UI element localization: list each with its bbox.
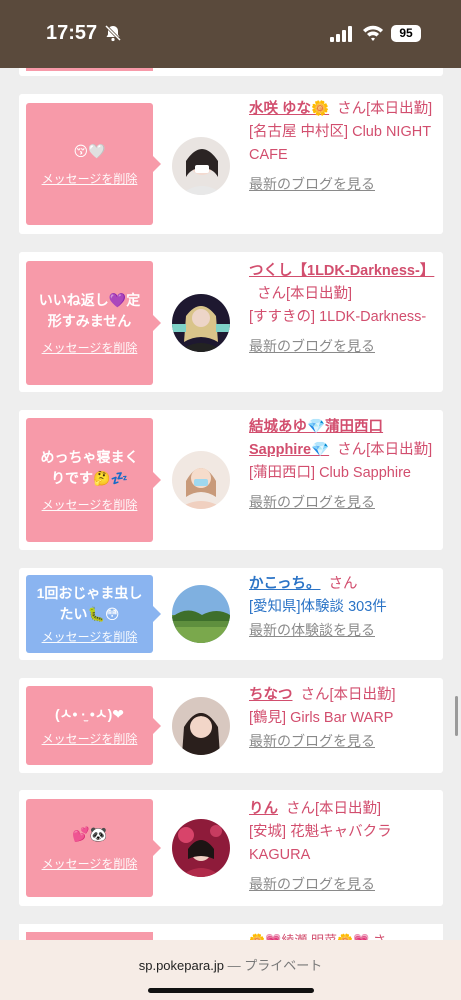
attendance-status: [本日出勤]	[286, 286, 353, 302]
avatar[interactable]	[172, 451, 230, 509]
message-bubble: (ㅅ• ·̫ •ㅅ)❤ メッセージを削除	[26, 686, 161, 765]
honorific: さん	[257, 286, 286, 302]
cast-info: かこっち。 さん [愛知県]体験談 303件 最新の体験談を見る	[249, 573, 437, 643]
message-card: (ㅅ• ·̫ •ㅅ)❤ メッセージを削除 ちなつ さん[本日出勤] [鶴見] Gi…	[19, 678, 443, 773]
cast-info: つくし【1LDK-Darkness-】さん[本日出勤] [すすきの] 1LDK-…	[249, 260, 437, 359]
attendance-status: [本日出勤]	[366, 101, 433, 117]
cast-info: 水咲 ゆな🌼 さん[本日出勤] [名古屋 中村区] Club NIGHT CAFE…	[249, 98, 437, 197]
honorific: さん	[300, 687, 330, 703]
blog-link[interactable]: 最新のブログを見る	[249, 494, 375, 510]
blog-link[interactable]: 最新のブログを見る	[249, 876, 375, 892]
shop-location: [鶴見] Girls Bar WARP	[249, 710, 394, 726]
delete-message-link[interactable]: メッセージを削除	[42, 170, 138, 187]
message-text: (ㅅ• ·̫ •ㅅ)❤	[54, 705, 125, 722]
bell-off-icon	[104, 24, 122, 42]
delete-message-link[interactable]: メッセージを削除	[42, 855, 138, 872]
honorific: さん	[328, 576, 358, 592]
review-link[interactable]: 最新の体験談を見る	[249, 622, 375, 638]
message-card: 1回おじゃま虫したい🐛😳 メッセージを削除 かこっち。 さん [愛知県]体験談 3…	[19, 568, 443, 660]
delete-message-link[interactable]: メッセージを削除	[42, 730, 138, 747]
message-text: めっちゃ寝まくりです🤔💤	[40, 449, 139, 486]
blog-link[interactable]: 最新のブログを見る	[249, 176, 375, 192]
url-domain: sp.pokepara.jp	[138, 958, 225, 973]
cellular-signal-icon	[330, 26, 352, 42]
cast-info: りん さん[本日出勤] [安城] 花魁キャバクラKAGURA 最新のブログを見る	[249, 798, 437, 897]
delete-message-link[interactable]: メッセージを削除	[42, 496, 138, 513]
blog-link[interactable]: 最新のブログを見る	[249, 733, 375, 749]
message-card: 😚🤍 メッセージを削除 水咲 ゆな🌼 さん[本日出勤] [名古屋 中村区] Clu…	[19, 94, 443, 234]
private-mode-label: — プライベート	[227, 958, 323, 973]
url-text[interactable]: sp.pokepara.jp — プライベート	[0, 955, 461, 974]
cast-name-link[interactable]: 水咲 ゆな🌼	[249, 101, 329, 117]
shop-location: [すすきの] 1LDK-Darkness-	[249, 309, 427, 325]
avatar[interactable]	[172, 137, 230, 195]
avatar[interactable]	[172, 819, 230, 877]
battery-indicator: 95	[391, 25, 421, 42]
attendance-status: [本日出勤]	[315, 801, 382, 817]
review-count: [愛知県]体験談 303件	[249, 599, 387, 615]
home-indicator[interactable]	[148, 988, 314, 993]
attendance-status: [本日出勤]	[366, 442, 433, 458]
delete-message-link[interactable]: メッセージを削除	[42, 339, 138, 356]
cast-name-link[interactable]: ちなつ	[249, 687, 293, 703]
message-text: いいね返し💜定形すみません	[38, 292, 141, 329]
message-bubble: いいね返し💜定形すみません メッセージを削除	[26, 261, 161, 385]
scroll-indicator[interactable]	[455, 696, 458, 736]
shop-location: [蒲田西口] Club Sapphire	[249, 465, 411, 481]
honorific: さん	[337, 101, 367, 117]
honorific: さん	[337, 442, 367, 458]
partial-card-top	[19, 68, 443, 76]
cast-name-link[interactable]: つくし【1LDK-Darkness-】	[249, 263, 434, 279]
status-bar: 17:57 95	[0, 0, 461, 68]
partial-card-bottom: 🌼💗綾瀬 明菜🌼💗 さ	[19, 924, 443, 948]
avatar[interactable]	[172, 697, 230, 755]
status-time: 17:57	[46, 22, 98, 44]
browser-address-bar[interactable]: sp.pokepara.jp — プライベート	[0, 940, 461, 1000]
message-card: めっちゃ寝まくりです🤔💤 メッセージを削除 結城あゆ💎蒲田西口Sapphire💎…	[19, 410, 443, 550]
message-card: 💕🐼 メッセージを削除 りん さん[本日出勤] [安城] 花魁キャバクラKAGUR…	[19, 790, 443, 906]
shop-location: [名古屋 中村区] Club NIGHT CAFE	[249, 124, 431, 163]
delete-message-link[interactable]: メッセージを削除	[42, 628, 138, 645]
honorific: さん	[286, 801, 315, 817]
message-text: 1回おじゃま虫したい🐛😳	[36, 585, 143, 622]
cast-info: ちなつ さん[本日出勤] [鶴見] Girls Bar WARP 最新のブログを見…	[249, 684, 437, 754]
attendance-status: [本日出勤]	[329, 687, 396, 703]
shop-location: [安城] 花魁キャバクラKAGURA	[249, 824, 392, 863]
wifi-icon	[363, 25, 383, 41]
message-bubble: 😚🤍 メッセージを削除	[26, 103, 161, 225]
message-text: 😚🤍	[73, 143, 106, 160]
avatar[interactable]	[172, 585, 230, 643]
message-card: いいね返し💜定形すみません メッセージを削除 つくし【1LDK-Darkness…	[19, 252, 443, 392]
avatar[interactable]	[172, 294, 230, 352]
cast-name-link[interactable]: りん	[249, 801, 278, 817]
cast-name-link[interactable]: かこっち。	[249, 576, 321, 592]
blog-link[interactable]: 最新のブログを見る	[249, 338, 375, 354]
cast-info: 結城あゆ💎蒲田西口Sapphire💎 さん[本日出勤] [蒲田西口] Club S…	[249, 416, 437, 515]
message-bubble: 💕🐼 メッセージを削除	[26, 799, 161, 897]
message-text: 💕🐼	[72, 826, 107, 843]
message-bubble: めっちゃ寝まくりです🤔💤 メッセージを削除	[26, 418, 161, 542]
message-bubble: 1回おじゃま虫したい🐛😳 メッセージを削除	[26, 575, 161, 653]
